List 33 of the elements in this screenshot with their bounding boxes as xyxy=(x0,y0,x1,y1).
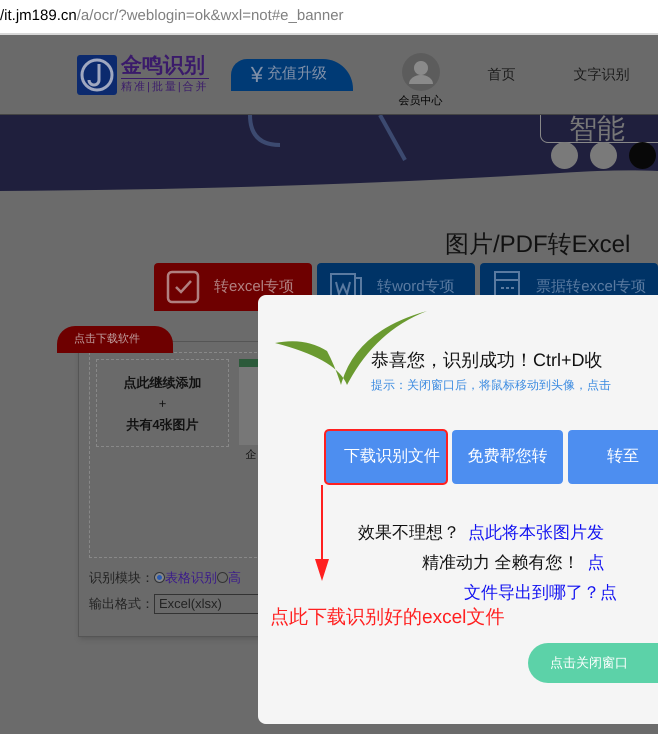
page-title: 图片/PDF转Excel xyxy=(445,230,630,260)
module-radio[interactable]: 表格识别 xyxy=(154,568,217,588)
success-message: 恭喜您，识别成功！Ctrl+D收 xyxy=(371,349,604,372)
thumbnail-caption: 企 xyxy=(246,448,256,463)
dialog-link[interactable]: 点此将本张图片发 xyxy=(468,518,604,548)
dialog-button[interactable]: 免费帮您转 xyxy=(452,430,563,484)
dialog-text: 效果不理想？ xyxy=(358,522,460,544)
yen-icon: ¥ xyxy=(250,64,263,86)
url-host: /it.jm189.cn xyxy=(0,6,77,26)
dialog-button[interactable]: 转至 xyxy=(568,430,658,484)
add-images-button[interactable]: 点此继续添加 + 共有4张图片 xyxy=(96,359,229,447)
dialog-link[interactable]: 点 xyxy=(588,548,605,578)
logo-icon xyxy=(77,54,117,94)
member-center-link[interactable]: 会员中心 xyxy=(398,93,443,110)
module-label: 识别模块： xyxy=(89,569,154,587)
dialog-button[interactable]: 下载识别文件 xyxy=(325,430,448,484)
annotation-text: 点此下载识别好的excel文件 xyxy=(270,607,504,629)
address-bar[interactable]: /it.jm189.cn/a/ocr/?weblogin=ok&wxl=not#e_banner xyxy=(0,0,658,35)
module-radio[interactable]: 高 xyxy=(217,568,241,588)
download-software-tab[interactable]: 点击下载软件 xyxy=(57,326,173,353)
dialog-text: 精准动力 全赖有您！ xyxy=(422,552,580,574)
format-label: 输出格式： xyxy=(89,594,154,613)
nav-link[interactable]: 首页 xyxy=(488,64,516,85)
url-path: /a/ocr/?weblogin=ok&wxl=not#e_banner xyxy=(76,6,344,26)
checkbox-icon xyxy=(166,270,200,304)
dialog-link[interactable]: 文件导出到哪了？点 xyxy=(464,578,617,608)
recharge-button[interactable]: ¥ 充值升级 xyxy=(230,58,353,90)
logo-name: 金鸣识别 xyxy=(121,54,209,79)
recharge-label: 充值升级 xyxy=(266,64,327,84)
hint-text: 提示：关闭窗口后，将鼠标移动到头像，点击 xyxy=(371,377,611,394)
logo-slogan: 精准|批量|合并 xyxy=(121,80,209,95)
nav-link[interactable]: 文字识别 xyxy=(574,64,630,85)
close-dialog-button[interactable]: 点击关闭窗口 xyxy=(528,643,658,683)
